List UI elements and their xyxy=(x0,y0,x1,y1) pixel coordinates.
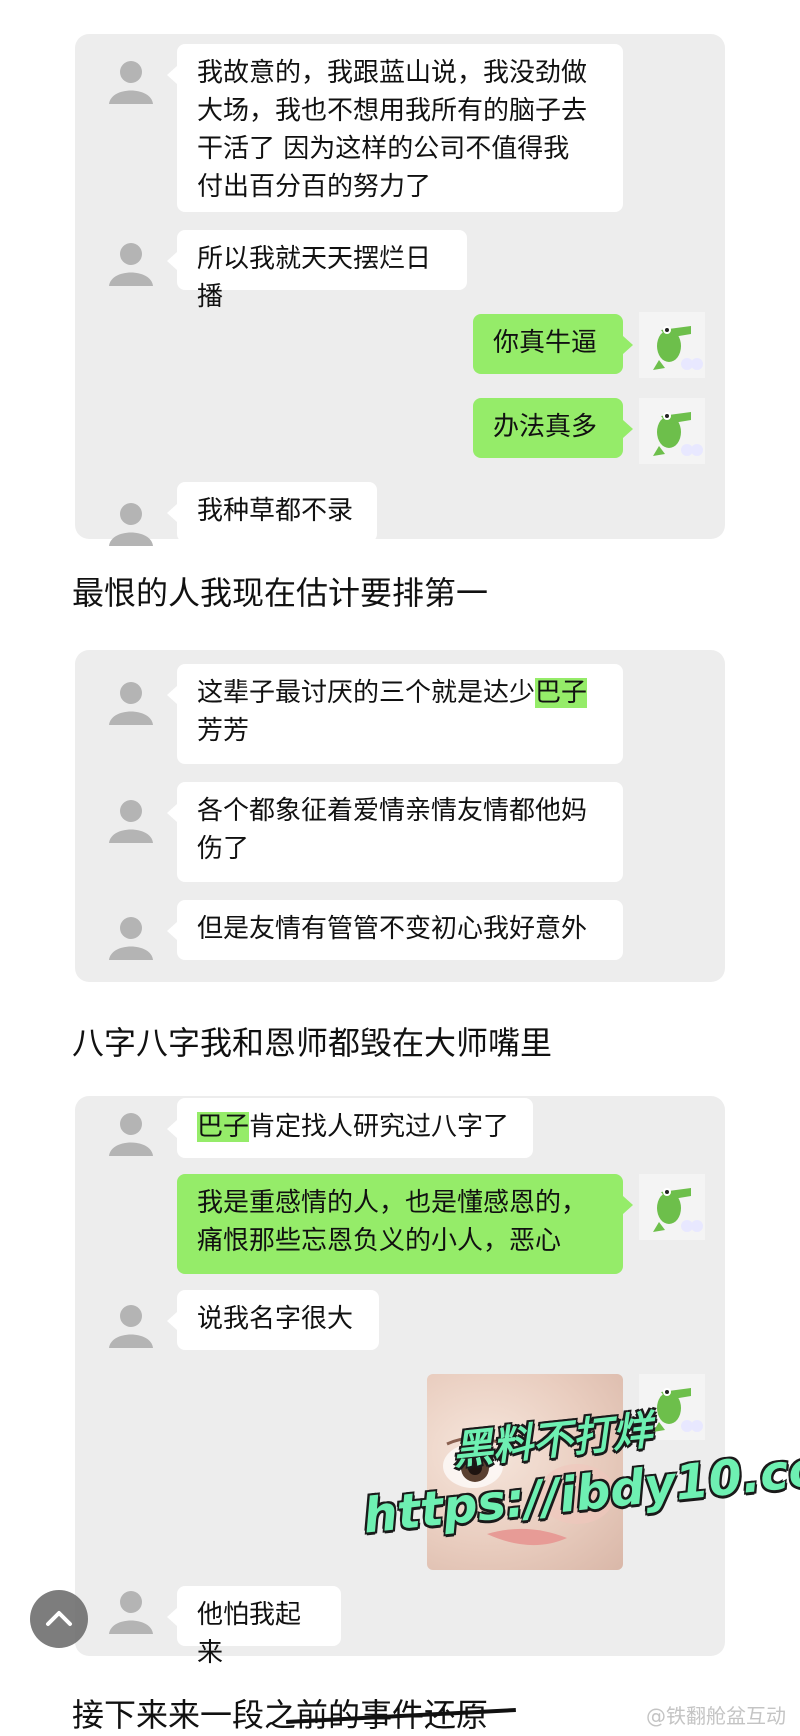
caption-text: 最恨的人我现在估计要排第一 xyxy=(72,574,489,612)
crocodile-avatar-icon[interactable] xyxy=(639,312,705,378)
message-bubble-sent[interactable]: 办法真多 xyxy=(473,398,633,458)
message-bubble-sent[interactable]: 你真牛逼 xyxy=(473,314,633,374)
highlighted-name: 巴子 xyxy=(197,1112,250,1142)
chat-panel-2: 这辈子最讨厌的三个就是达少巴子 芳芳 各个都象征着爱情亲情友情都他妈 伤了 但是… xyxy=(75,650,725,982)
message-bubble[interactable]: 说我名字很大 xyxy=(167,1290,379,1350)
message-bubble[interactable]: 我种草都不录 xyxy=(167,482,377,542)
chat-panel-3: 巴子肯定找人研究过八字了 我是重感情的人，也是懂感恩的， 痛恨那些忘恩负义的小人… xyxy=(75,1096,725,1668)
message-bubble[interactable]: 但是友情有管管不变初心我好意外 xyxy=(167,900,623,960)
avatar-placeholder-icon[interactable] xyxy=(105,793,157,845)
scroll-to-top-button[interactable] xyxy=(30,1590,88,1648)
crocodile-avatar-icon[interactable] xyxy=(639,398,705,464)
caption-text: 八字八字我和恩师都毁在大师嘴里 xyxy=(72,1024,553,1062)
avatar-placeholder-icon[interactable] xyxy=(105,1106,157,1158)
highlighted-name: 巴子 xyxy=(535,678,588,708)
avatar-placeholder-icon[interactable] xyxy=(105,1298,157,1350)
message-bubble[interactable]: 我故意的，我跟蓝山说，我没劲做 大场，我也不想用我所有的脑子去 干活了 因为这样… xyxy=(167,44,623,212)
message-text: 肯定找人研究过八字了 xyxy=(249,1112,510,1142)
chevron-up-icon xyxy=(46,1611,72,1626)
message-bubble[interactable]: 他怕我起来 xyxy=(167,1586,341,1668)
chat-panel-1: 我故意的，我跟蓝山说，我没劲做 大场，我也不想用我所有的脑子去 干活了 因为这样… xyxy=(75,34,725,546)
avatar-placeholder-icon[interactable] xyxy=(105,675,157,727)
avatar-placeholder-icon[interactable] xyxy=(105,236,157,288)
message-bubble[interactable]: 各个都象征着爱情亲情友情都他妈 伤了 xyxy=(167,782,623,882)
avatar-placeholder-icon[interactable] xyxy=(105,496,157,548)
message-text: 芳芳 xyxy=(197,716,250,746)
message-text: 这辈子最讨厌的三个就是达少 xyxy=(197,678,536,708)
message-bubble[interactable]: 所以我就天天摆烂日播 xyxy=(167,230,467,312)
crocodile-avatar-icon[interactable] xyxy=(639,1174,705,1240)
avatar-placeholder-icon[interactable] xyxy=(105,54,157,106)
avatar-placeholder-icon[interactable] xyxy=(105,910,157,962)
message-bubble[interactable]: 巴子肯定找人研究过八字了 xyxy=(167,1098,533,1158)
message-bubble[interactable]: 这辈子最讨厌的三个就是达少巴子 芳芳 xyxy=(167,664,623,764)
message-bubble-sent[interactable]: 我是重感情的人，也是懂感恩的， 痛恨那些忘恩负义的小人，恶心 xyxy=(177,1174,633,1274)
source-credit: @铁翻舱盆互动 xyxy=(646,1704,786,1728)
avatar-placeholder-icon[interactable] xyxy=(105,1584,157,1636)
